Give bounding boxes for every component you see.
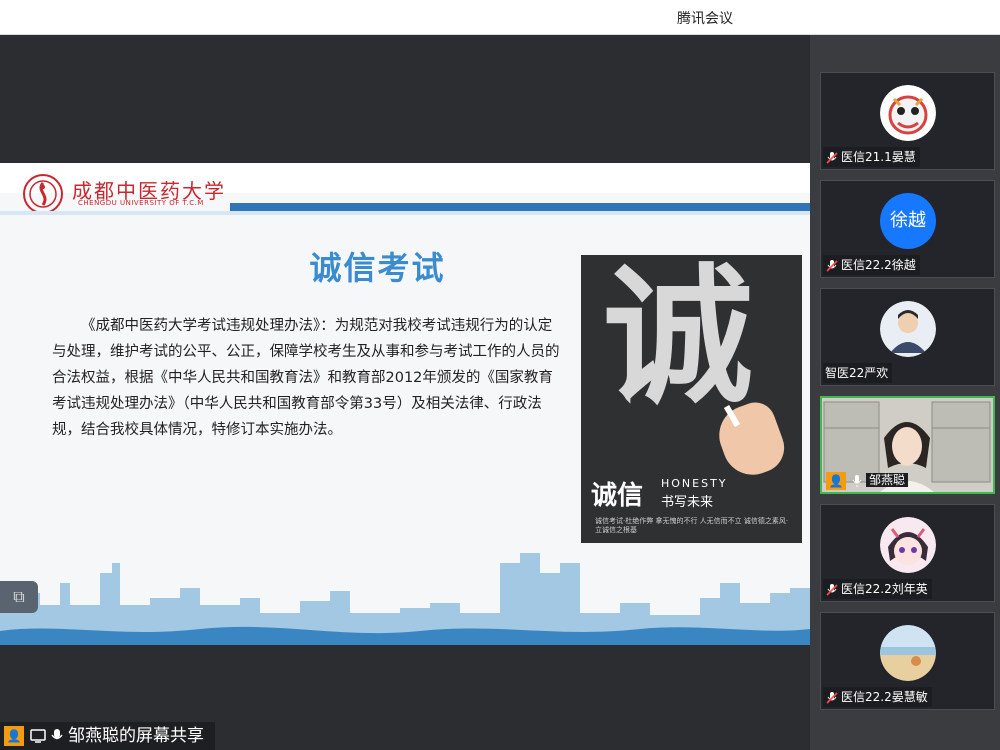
- poster-caption-main: 诚信: [591, 481, 644, 511]
- university-subname: CHENGDU UNIVERSITY OF T.C.M: [78, 199, 204, 207]
- participant-name-label: 医信22.2晏慧敏: [823, 687, 932, 707]
- person-icon: 👤: [4, 726, 24, 746]
- participant-name: 医信22.2刘年英: [841, 582, 928, 596]
- lion-dance-avatar-icon: [880, 85, 936, 141]
- poster-big-char: 诚: [603, 255, 754, 425]
- screen-share-icon: [30, 729, 46, 743]
- window-title: 腾讯会议: [677, 11, 733, 27]
- shared-screen-area: 成都中医药大学 CHENGDU UNIVERSITY OF T.C.M 诚信考试…: [0, 35, 810, 750]
- beach-avatar-icon: [880, 625, 936, 681]
- mic-muted-icon: [826, 691, 838, 704]
- participant-tile-active[interactable]: 👤 邹燕聪: [820, 396, 995, 494]
- initials-avatar: 徐越: [880, 193, 936, 249]
- poster-caption-en: HONESTY: [661, 477, 728, 490]
- participant-panel: 医信21.1晏慧 徐越 医信22.2徐越 智医22严欢 👤 邹燕聪 医信22.2…: [810, 35, 1000, 750]
- poster-caption-small: 诚信考试·杜绝作弊 拿无愧的不行 人无信而不立 诚信德之素风·立诚信之根基: [595, 517, 789, 534]
- mic-muted-icon: [826, 259, 838, 272]
- slide-nav-icon[interactable]: ⧉: [0, 581, 38, 613]
- photo-avatar-icon: [880, 301, 936, 357]
- mic-muted-icon: [826, 583, 838, 596]
- participant-name-label: 医信22.2刘年英: [823, 579, 932, 599]
- participant-name-label: 医信22.2徐越: [823, 255, 920, 275]
- participant-name-label: 医信21.1晏慧: [823, 147, 920, 167]
- anime-avatar-icon: [880, 517, 936, 573]
- participant-name: 智医22严欢: [825, 366, 889, 380]
- participant-name: 医信21.1晏慧: [841, 150, 916, 164]
- slide-heading: 诚信考试: [309, 249, 446, 287]
- screen-share-label: 邹燕聪的屏幕共享: [68, 726, 204, 746]
- mic-muted-icon: [826, 151, 838, 164]
- participant-tile[interactable]: 医信21.1晏慧: [820, 72, 995, 170]
- participant-name: 医信22.2徐越: [841, 258, 916, 272]
- participant-name: 邹燕聪: [866, 473, 909, 487]
- header-stripe: [230, 203, 810, 211]
- university-logo-icon: [23, 174, 63, 214]
- header-stripe-light: [0, 211, 810, 215]
- participant-tile[interactable]: 医信22.2刘年英: [820, 504, 995, 602]
- person-icon: 👤: [826, 471, 846, 490]
- participant-tile[interactable]: 医信22.2晏慧敏: [820, 612, 995, 710]
- participant-tile[interactable]: 智医22严欢: [820, 288, 995, 386]
- presentation-slide: 成都中医药大学 CHENGDU UNIVERSITY OF T.C.M 诚信考试…: [0, 163, 810, 645]
- participant-name-label: 智医22严欢: [823, 363, 893, 383]
- city-skyline-illustration: [0, 553, 810, 645]
- title-bar: 腾讯会议: [0, 0, 1000, 35]
- screen-share-bar[interactable]: 👤 邹燕聪的屏幕共享: [0, 722, 215, 750]
- mic-icon: [51, 729, 63, 740]
- participant-tile[interactable]: 徐越 医信22.2徐越: [820, 180, 995, 278]
- honesty-poster-image: 诚 诚信 HONESTY 书写未来 诚信考试·杜绝作弊 拿无愧的不行 人无信而不…: [581, 255, 802, 543]
- participant-name: 医信22.2晏慧敏: [841, 690, 928, 704]
- slide-body-text: 《成都中医药大学考试违规处理办法》：为规范对我校考试违规行为的认定与处理，维护考…: [52, 318, 560, 438]
- participant-name-label: 👤 邹燕聪: [824, 470, 912, 490]
- mic-icon: [852, 474, 862, 487]
- poster-caption-sub: 书写未来: [661, 495, 714, 510]
